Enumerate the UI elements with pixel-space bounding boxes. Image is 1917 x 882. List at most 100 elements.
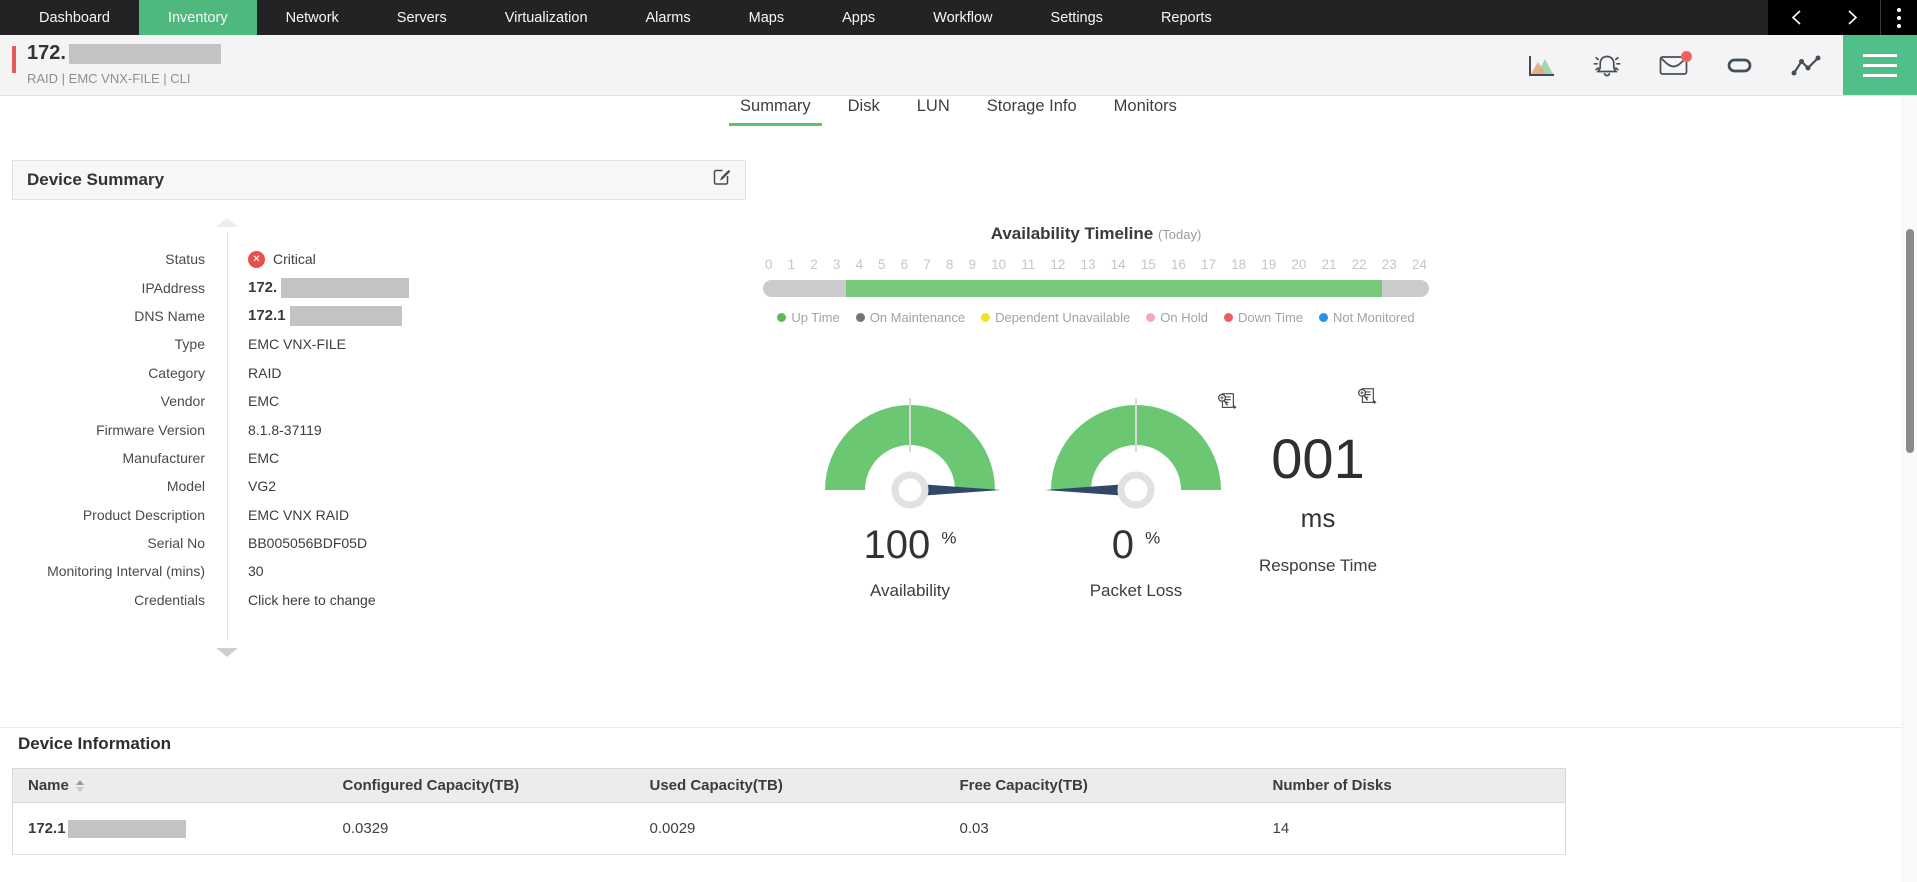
response-time-label: Response Time — [1218, 556, 1418, 576]
summary-row-type: Type EMC VNX-FILE — [12, 330, 746, 358]
sort-icon — [76, 780, 84, 792]
timeline-hours: 0123456789101112131415161718192021222324 — [763, 257, 1429, 272]
hour-tick-label: 16 — [1171, 257, 1186, 272]
legend-dot-icon — [981, 313, 990, 322]
ip-redaction — [281, 278, 409, 298]
column-header-used-capacity[interactable]: Used Capacity(TB) — [638, 769, 948, 803]
hour-tick-label: 8 — [946, 257, 954, 272]
hour-tick-label: 5 — [878, 257, 886, 272]
nav-item-inventory[interactable]: Inventory — [139, 0, 257, 35]
performance-icon[interactable] — [1791, 54, 1821, 77]
dns-prefix: 172.1 — [248, 307, 286, 324]
report-details-icon[interactable] — [1357, 387, 1377, 410]
edit-pencil-icon[interactable] — [712, 168, 731, 192]
column-header-configured-capacity[interactable]: Configured Capacity(TB) — [331, 769, 638, 803]
legend-label: Not Monitored — [1333, 310, 1415, 325]
nav-item-settings[interactable]: Settings — [1022, 0, 1132, 35]
legend-item: Not Monitored — [1319, 310, 1415, 325]
packet-loss-gauge: 0 % Packet Loss — [1036, 390, 1236, 601]
availability-timeline-title: Availability Timeline (Today) — [763, 224, 1429, 244]
summary-row-dnsname: DNS Name 172.1 — [12, 302, 746, 330]
summary-row-product-description: Product Description EMC VNX RAID — [12, 501, 746, 529]
hour-tick-label: 12 — [1050, 257, 1065, 272]
legend-label: Dependent Unavailable — [995, 310, 1130, 325]
legend-dot-icon — [856, 313, 865, 322]
more-vertical-icon[interactable] — [1880, 0, 1917, 35]
nav-item-dashboard[interactable]: Dashboard — [10, 0, 139, 35]
mail-notification-dot — [1681, 51, 1692, 62]
summary-row-model: Model VG2 — [12, 472, 746, 500]
summary-row-category: Category RAID — [12, 359, 746, 387]
hour-tick-label: 1 — [788, 257, 796, 272]
mail-icon[interactable] — [1659, 55, 1688, 76]
scrollbar-thumb[interactable] — [1906, 229, 1914, 453]
hour-tick-label: 14 — [1111, 257, 1126, 272]
credentials-change-link[interactable]: Click here to change — [248, 592, 376, 608]
legend-dot-icon — [777, 313, 786, 322]
nav-controls — [1768, 0, 1917, 35]
column-header-number-of-disks[interactable]: Number of Disks — [1261, 769, 1566, 803]
tab-summary[interactable]: Summary — [740, 97, 811, 126]
hour-tick-label: 0 — [765, 257, 773, 272]
cell-free-capacity: 0.03 — [948, 803, 1261, 855]
scroll-up-arrow-icon[interactable] — [216, 218, 238, 227]
scrollbar-track[interactable] — [1902, 96, 1917, 882]
chevron-left-icon[interactable] — [1768, 0, 1824, 35]
column-header-name[interactable]: Name — [13, 769, 331, 803]
menu-icon[interactable] — [1843, 35, 1917, 95]
report-details-icon[interactable] — [1217, 392, 1237, 415]
dns-redaction — [290, 306, 402, 326]
device-summary-title: Device Summary — [27, 170, 164, 190]
packet-loss-gauge-dial — [1036, 390, 1236, 512]
legend-label: Down Time — [1238, 310, 1303, 325]
tab-lun[interactable]: LUN — [917, 97, 950, 126]
tab-monitors[interactable]: Monitors — [1114, 97, 1177, 126]
hour-tick-label: 24 — [1412, 257, 1427, 272]
alarm-bell-icon[interactable] — [1591, 52, 1623, 79]
legend-label: On Hold — [1160, 310, 1208, 325]
tab-disk[interactable]: Disk — [848, 97, 880, 126]
nav-item-servers[interactable]: Servers — [368, 0, 476, 35]
legend-dot-icon — [1319, 313, 1328, 322]
availability-timeline: Availability Timeline (Today) 0123456789… — [763, 224, 1429, 325]
chevron-right-icon[interactable] — [1824, 0, 1880, 35]
cell-used-capacity: 0.0029 — [638, 803, 948, 855]
device-information-title: Device Information — [18, 734, 171, 754]
nav-item-alarms[interactable]: Alarms — [617, 0, 720, 35]
device-summary-body: Status ✕ Critical IPAddress 172. DNS Nam… — [12, 200, 746, 670]
link-icon[interactable] — [1724, 55, 1755, 76]
tab-storage-info[interactable]: Storage Info — [987, 97, 1077, 126]
packet-loss-label: Packet Loss — [1036, 581, 1236, 601]
summary-divider — [227, 231, 228, 641]
summary-row-status: Status ✕ Critical — [12, 245, 746, 273]
scroll-down-arrow-icon[interactable] — [216, 648, 238, 657]
ip-prefix: 172. — [248, 279, 277, 296]
response-time-value: 001 — [1218, 431, 1418, 487]
nav-item-workflow[interactable]: Workflow — [904, 0, 1021, 35]
table-row: 172.1 0.0329 0.0029 0.03 14 — [13, 803, 1566, 855]
area-chart-icon[interactable] — [1528, 54, 1555, 77]
availability-gauge-dial — [810, 390, 1010, 512]
row-device-name[interactable]: 172.1 — [28, 820, 66, 837]
hour-tick-label: 7 — [923, 257, 931, 272]
response-time-unit: ms — [1218, 503, 1418, 534]
nav-item-apps[interactable]: Apps — [813, 0, 904, 35]
summary-row-serial-no: Serial No BB005056BDF05D — [12, 529, 746, 557]
header-action-icons — [1528, 35, 1821, 95]
legend-dot-icon — [1224, 313, 1233, 322]
legend-item: Down Time — [1224, 310, 1303, 325]
device-name-redaction — [69, 44, 221, 64]
device-header: 172. RAID | EMC VNX-FILE | CLI — [0, 35, 1917, 96]
nav-item-network[interactable]: Network — [257, 0, 368, 35]
nav-item-virtualization[interactable]: Virtualization — [476, 0, 617, 35]
device-status-accent-bar — [12, 46, 16, 73]
hour-tick-label: 2 — [810, 257, 818, 272]
summary-row-firmware: Firmware Version 8.1.8-37119 — [12, 415, 746, 443]
device-title: 172. — [27, 42, 221, 65]
nav-item-reports[interactable]: Reports — [1132, 0, 1241, 35]
hour-tick-label: 11 — [1021, 257, 1035, 272]
column-header-free-capacity[interactable]: Free Capacity(TB) — [948, 769, 1261, 803]
nav-item-maps[interactable]: Maps — [720, 0, 813, 35]
packet-loss-value: 0 % — [1036, 523, 1236, 568]
legend-item: Dependent Unavailable — [981, 310, 1130, 325]
